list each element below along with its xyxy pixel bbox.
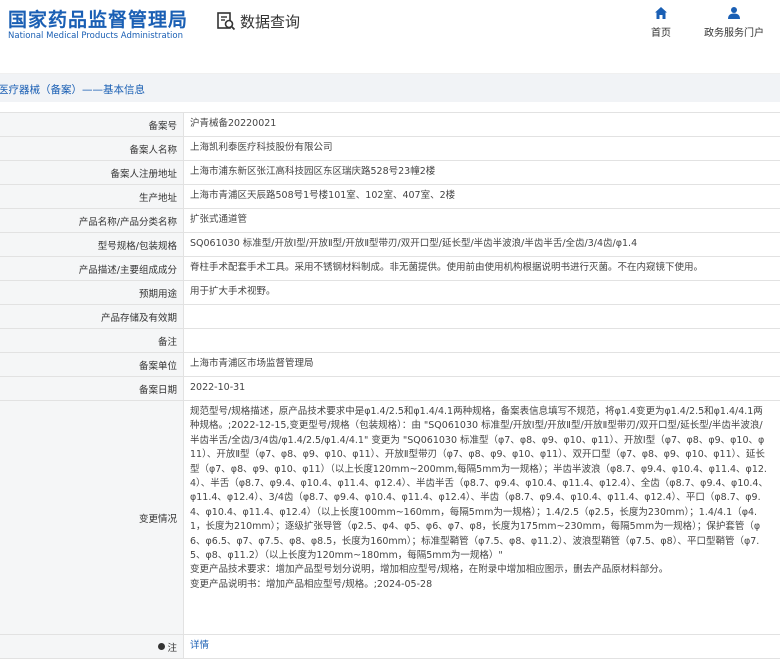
table-row: 产品存储及有效期 (0, 305, 780, 329)
table-row: 生产地址 上海市青浦区天辰路508号1号楼101室、102室、407室、2楼 (0, 185, 780, 209)
row-value: 扩张式通道管 (190, 214, 248, 226)
table-row: 备案号 沪青械备20220021 (0, 113, 780, 137)
row-label: 产品名称/产品分类名称 (0, 209, 184, 232)
breadcrumb-text: 医疗器械（备案）——基本信息 (0, 84, 145, 96)
table-row: 预期用途 用于扩大手术视野。 (0, 281, 780, 305)
table-row: 备注 (0, 329, 780, 353)
row-value: 用于扩大手术视野。 (190, 286, 276, 298)
record-table: 备案号 沪青械备20220021 备案人名称 上海凯利泰医疗科技股份有限公司 备… (0, 112, 780, 659)
row-value (184, 329, 780, 352)
table-row: 备案日期 2022-10-31 (0, 377, 780, 401)
change-line: 变更产品说明书：增加产品相应型号/规格。;2024-05-28 (190, 578, 433, 590)
table-row: 备案人注册地址 上海市浦东新区张江高科技园区东区瑞庆路528号23幢2楼 (0, 161, 780, 185)
nav-home-label: 首页 (651, 28, 671, 39)
row-label-note: 注 (0, 635, 184, 658)
logo-title-en[interactable]: National Medical Products Administration (8, 31, 183, 41)
row-label: 变更情况 (0, 401, 184, 634)
table-row-note: 注 详情 (0, 635, 780, 659)
breadcrumb: 医疗器械（备案）——基本信息 (0, 74, 780, 102)
site-name-label: 数据查询 (240, 12, 301, 31)
row-value: 2022-10-31 (190, 382, 246, 394)
site-header: 国家药品监督管理局 National Medical Products Admi… (0, 0, 780, 52)
row-label: 备案单位 (0, 353, 184, 376)
row-value: 脊柱手术配套手术工具。采用不锈钢材料制成。非无菌提供。使用前由使用机构根据说明书… (190, 262, 704, 274)
data-query-icon (217, 12, 236, 31)
table-row: 型号规格/包装规格 SQ061030 标准型/开放Ⅰ型/开放Ⅱ型/开放Ⅱ型带刃/… (0, 233, 780, 257)
row-label: 备注 (0, 329, 184, 352)
row-label: 备案人名称 (0, 137, 184, 160)
row-value: 详情 (184, 635, 780, 658)
table-row: 备案单位 上海市青浦区市场监督管理局 (0, 353, 780, 377)
row-value: 沪青械备20220021 (190, 118, 277, 130)
row-label: 型号规格/包装规格 (0, 233, 184, 256)
row-value (184, 305, 780, 328)
site-name: 数据查询 (216, 10, 300, 32)
row-label: 产品描述/主要组成成分 (0, 257, 184, 280)
row-label: 生产地址 (0, 185, 184, 208)
row-value: 上海市浦东新区张江高科技园区东区瑞庆路528号23幢2楼 (190, 166, 436, 178)
table-row: 产品名称/产品分类名称 扩张式通道管 (0, 209, 780, 233)
row-label: 备案号 (0, 113, 184, 136)
nav-gov-label: 政务服务门户 (704, 28, 764, 39)
change-line: 变更产品技术要求：增加产品型号划分说明，增加相应型号/规格，在附录中增加相应图示… (190, 564, 669, 576)
row-value: SQ061030 标准型/开放Ⅰ型/开放Ⅱ型/开放Ⅱ型带刃/双开口型/延长型/半… (190, 238, 638, 250)
header-band (0, 52, 780, 74)
table-row: 产品描述/主要组成成分 脊柱手术配套手术工具。采用不锈钢材料制成。非无菌提供。使… (0, 257, 780, 281)
change-line: 规范型号/规格描述，原产品技术要求中是φ1.4/2.5和φ1.4/4.1两种规格… (190, 406, 768, 562)
bullet-icon (158, 643, 166, 650)
user-icon (728, 7, 740, 19)
row-value: 上海凯利泰医疗科技股份有限公司 (190, 142, 333, 154)
nav-gov-portal[interactable]: 政务服务门户 (704, 6, 764, 39)
row-value: 上海市青浦区市场监督管理局 (190, 358, 314, 370)
note-label: 注 (167, 642, 177, 654)
table-row: 备案人名称 上海凯利泰医疗科技股份有限公司 (0, 137, 780, 161)
row-label: 预期用途 (0, 281, 184, 304)
row-label: 产品存储及有效期 (0, 305, 184, 328)
home-icon (655, 7, 667, 19)
logo-title-cn[interactable]: 国家药品监督管理局 (8, 5, 188, 32)
change-history: 规范型号/规格描述，原产品技术要求中是φ1.4/2.5和φ1.4/4.1两种规格… (184, 401, 780, 634)
row-label: 备案日期 (0, 377, 184, 400)
nav-home[interactable]: 首页 (651, 6, 671, 39)
row-value: 上海市青浦区天辰路508号1号楼101室、102室、407室、2楼 (190, 190, 456, 202)
details-link[interactable]: 详情 (190, 639, 209, 653)
table-row-change: 变更情况 规范型号/规格描述，原产品技术要求中是φ1.4/2.5和φ1.4/4.… (0, 401, 780, 635)
row-label: 备案人注册地址 (0, 161, 184, 184)
